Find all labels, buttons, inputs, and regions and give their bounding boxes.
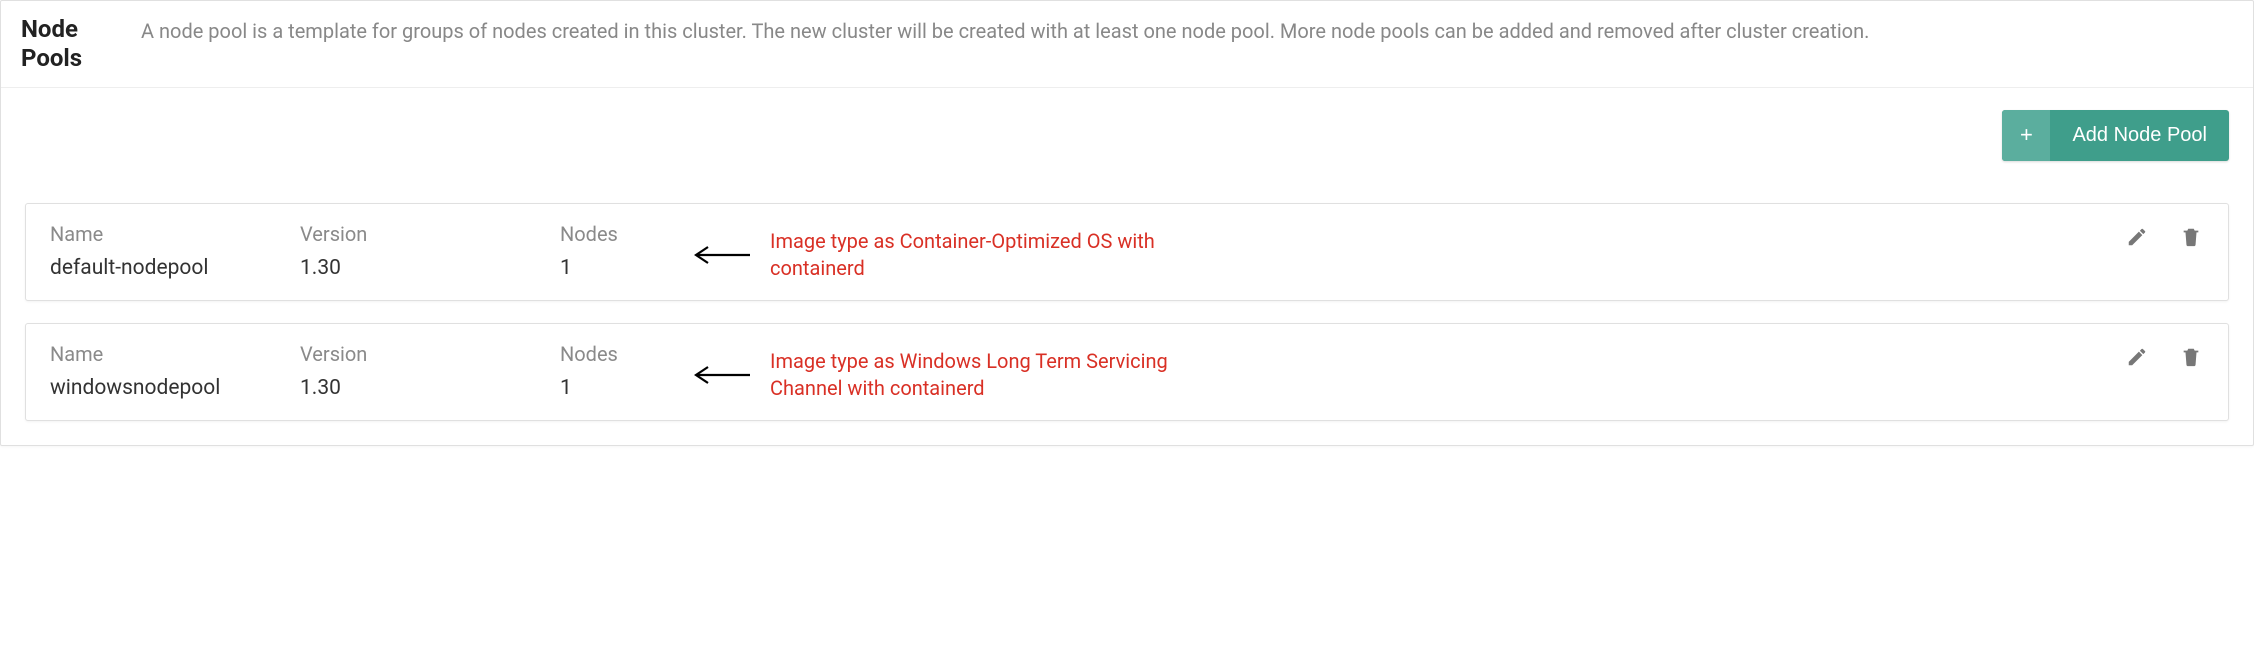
delete-pool-button[interactable] [2178,344,2204,370]
pencil-icon [2126,346,2148,368]
pools-list: Name default-nodepool Version 1.30 Nodes… [1,171,2253,445]
column-header-name: Name [50,222,300,246]
node-pool-card: Name windowsnodepool Version 1.30 Nodes … [25,323,2229,421]
actions-row: + Add Node Pool [1,88,2253,171]
pool-version-value: 1.30 [300,376,560,400]
trash-icon [2180,226,2202,248]
add-node-pool-button[interactable]: + Add Node Pool [2002,110,2229,161]
edit-pool-button[interactable] [2124,224,2150,250]
pool-nodes-value: 1 [560,256,690,280]
plus-icon: + [2002,110,2050,161]
edit-pool-button[interactable] [2124,344,2150,370]
section-header: Node Pools A node pool is a template for… [1,1,2253,88]
trash-icon [2180,346,2202,368]
annotation-text: Image type as Container-Optimized OS wit… [770,228,1190,282]
arrow-left-icon [690,244,752,266]
section-title: Node Pools [21,15,111,87]
delete-pool-button[interactable] [2178,224,2204,250]
column-header-nodes: Nodes [560,342,690,366]
column-header-version: Version [300,342,560,366]
pencil-icon [2126,226,2148,248]
pool-nodes-value: 1 [560,376,690,400]
annotation: Image type as Container-Optimized OS wit… [690,228,2084,282]
annotation: Image type as Windows Long Term Servicin… [690,348,2084,402]
arrow-left-icon [690,364,752,386]
column-header-version: Version [300,222,560,246]
node-pool-card: Name default-nodepool Version 1.30 Nodes… [25,203,2229,301]
column-header-name: Name [50,342,300,366]
annotation-text: Image type as Windows Long Term Servicin… [770,348,1190,402]
node-pools-panel: Node Pools A node pool is a template for… [0,0,2254,446]
column-header-nodes: Nodes [560,222,690,246]
pool-version-value: 1.30 [300,256,560,280]
pool-name-value: windowsnodepool [50,376,300,400]
add-button-label: Add Node Pool [2050,110,2229,161]
pool-name-value: default-nodepool [50,256,300,280]
section-description: A node pool is a template for groups of … [141,15,2233,59]
